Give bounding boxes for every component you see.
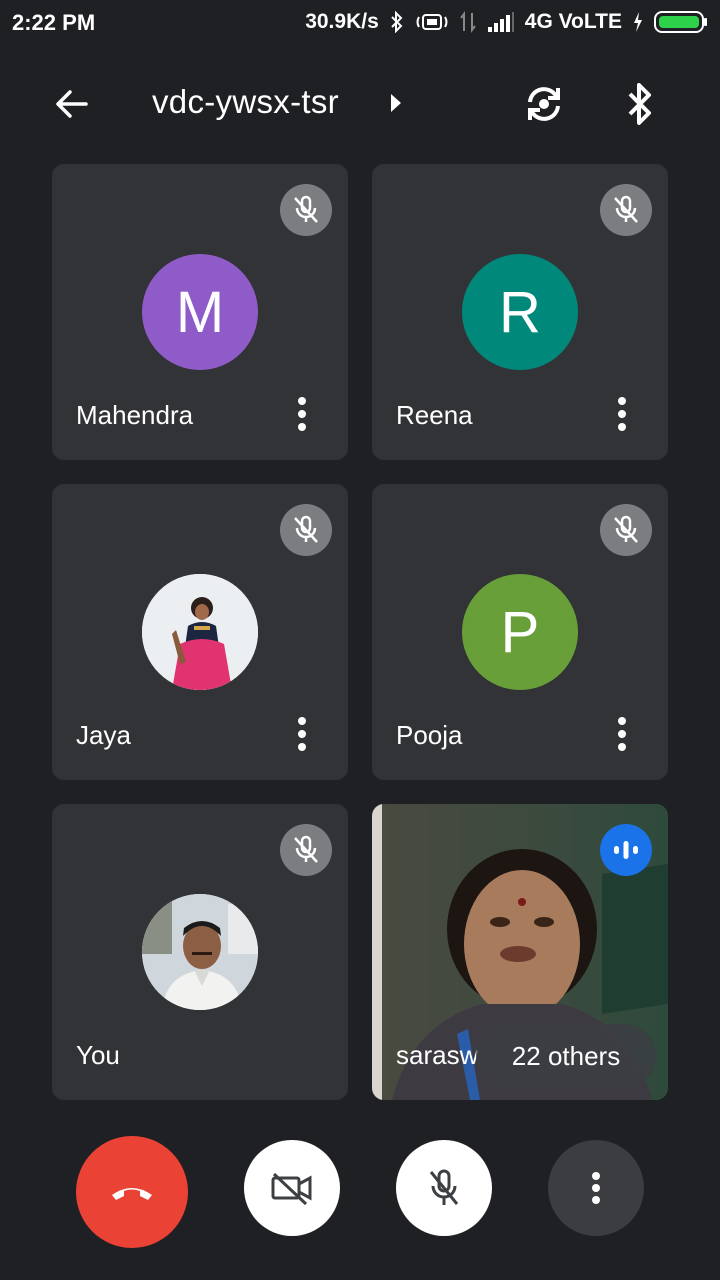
bluetooth-status-icon xyxy=(389,11,405,33)
back-button[interactable] xyxy=(48,80,96,128)
more-options-button[interactable] xyxy=(278,388,326,440)
network-type: 4G VoLTE xyxy=(524,10,622,33)
mic-off-icon xyxy=(429,1169,459,1205)
more-options-button[interactable] xyxy=(598,708,646,760)
participant-tile-self[interactable]: You xyxy=(52,804,348,1100)
participant-name: Mahendra xyxy=(76,400,194,430)
avatar-initial: M xyxy=(175,279,225,345)
mic-toggle-button[interactable] xyxy=(396,1140,492,1236)
battery-icon xyxy=(654,10,708,34)
more-vert-icon xyxy=(592,1172,600,1204)
avatar-photo xyxy=(142,894,258,1010)
status-bar: 2:22 PM 30.9K/s 4G VoLTE xyxy=(0,0,720,50)
participant-video-tile[interactable]: sarasw 22 others xyxy=(372,804,668,1100)
charging-icon xyxy=(632,11,644,33)
avatar: P xyxy=(462,574,578,690)
participant-name: Pooja xyxy=(396,720,463,750)
chevron-right-icon[interactable] xyxy=(388,91,404,120)
vibrate-icon xyxy=(415,11,449,33)
mic-off-icon xyxy=(280,504,332,556)
avatar-initial: R xyxy=(499,279,541,345)
mic-off-icon xyxy=(600,504,652,556)
more-options-button[interactable] xyxy=(598,388,646,440)
end-call-icon xyxy=(112,1188,152,1200)
more-options-button[interactable] xyxy=(278,708,326,760)
mic-off-icon xyxy=(280,184,332,236)
participant-name: Reena xyxy=(396,400,473,430)
bluetooth-audio-button[interactable] xyxy=(614,78,666,130)
participant-tile-mahendra[interactable]: M Mahendra xyxy=(52,164,348,460)
signal-icon xyxy=(487,11,515,33)
avatar-photo xyxy=(142,574,258,690)
avatar: R xyxy=(462,254,578,370)
more-controls-button[interactable] xyxy=(548,1140,644,1236)
switch-camera-button[interactable] xyxy=(518,78,570,130)
participant-name: You xyxy=(76,1040,120,1070)
avatar-initial: P xyxy=(500,599,540,665)
mic-off-icon xyxy=(600,184,652,236)
others-count-button[interactable]: 22 others xyxy=(476,1024,656,1088)
network-speed: 30.9K/s xyxy=(305,10,379,33)
others-count-label: 22 others xyxy=(511,1040,621,1071)
bluetooth-icon xyxy=(628,83,651,125)
more-vert-icon xyxy=(298,397,306,431)
participant-tile-jaya[interactable]: Jaya xyxy=(52,484,348,780)
speaking-indicator-icon xyxy=(600,824,652,876)
meeting-toolbar: vdc-ywsx-tsr xyxy=(0,62,720,146)
participant-tile-pooja[interactable]: P Pooja xyxy=(372,484,668,780)
status-time: 2:22 PM xyxy=(12,10,96,35)
camera-off-icon xyxy=(271,1172,312,1206)
participant-tile-reena[interactable]: R Reena xyxy=(372,164,668,460)
camera-toggle-button[interactable] xyxy=(244,1140,340,1236)
more-vert-icon xyxy=(618,397,626,431)
avatar: M xyxy=(142,254,258,370)
meeting-code[interactable]: vdc-ywsx-tsr xyxy=(152,83,339,121)
participant-name: Jaya xyxy=(76,720,131,750)
data-transfer-icon xyxy=(459,11,477,33)
switch-camera-icon xyxy=(528,87,560,121)
mic-off-icon xyxy=(280,824,332,876)
more-vert-icon xyxy=(618,717,626,751)
more-vert-icon xyxy=(298,717,306,751)
participant-name: sarasw xyxy=(396,1040,479,1070)
end-call-button[interactable] xyxy=(76,1136,188,1248)
back-arrow-icon xyxy=(56,90,88,118)
